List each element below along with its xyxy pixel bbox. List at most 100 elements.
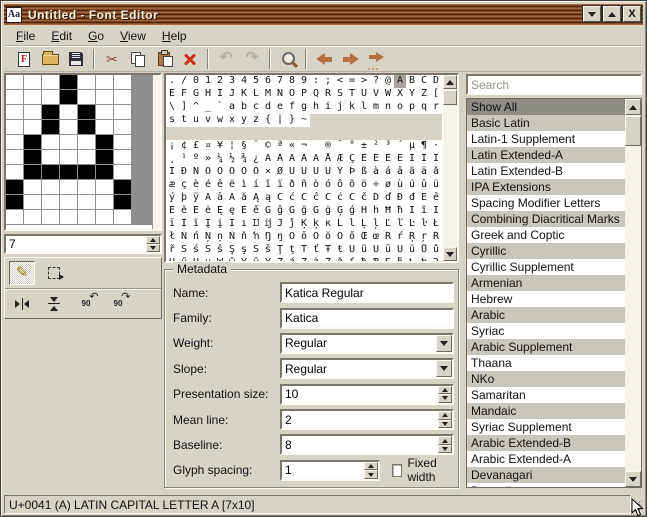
charmap-cell[interactable]: ¿ xyxy=(250,153,262,166)
charmap-cell[interactable]: Ĳ xyxy=(250,218,262,231)
charmap-cell[interactable]: ż xyxy=(310,257,322,261)
charmap-cell[interactable]: ­ xyxy=(310,140,322,153)
charmap-cell[interactable]: Ƃ xyxy=(382,257,394,261)
block-item-devanagari[interactable]: Devanagari xyxy=(467,467,625,483)
charmap-cell[interactable]: ů xyxy=(430,244,442,257)
charmap-cell[interactable]: Ļ xyxy=(358,218,370,231)
charmap-cell[interactable]: Ɓ xyxy=(370,257,382,261)
charmap-cell[interactable]: N xyxy=(274,88,286,101)
glyph-pixel[interactable] xyxy=(114,210,132,225)
charmap-cell[interactable]: ° xyxy=(346,140,358,153)
charmap-cell[interactable]: Ñ xyxy=(190,166,202,179)
zoom-button[interactable] xyxy=(275,47,301,71)
charmap-cell[interactable]: ì xyxy=(238,179,250,192)
charmap-cell[interactable]: ƅ xyxy=(418,257,430,261)
charmap-cell[interactable]: ľ xyxy=(394,218,406,231)
block-item-cyrillic[interactable]: Cyrillic xyxy=(467,243,625,259)
charmap-cell[interactable]: ë xyxy=(226,179,238,192)
glyph-canvas[interactable] xyxy=(6,75,152,229)
charmap-cell[interactable]: Ï xyxy=(166,166,178,179)
charmap-cell[interactable]: £ xyxy=(190,140,202,153)
mean-line-input[interactable] xyxy=(280,409,454,430)
charmap-cell[interactable]: Ś xyxy=(178,244,190,257)
charmap-cell[interactable]: ĝ xyxy=(274,205,286,218)
charmap-cell[interactable]: § xyxy=(238,140,250,153)
glyph-spacing-down-button[interactable] xyxy=(364,470,378,479)
charmap-cell[interactable]: Ş xyxy=(226,244,238,257)
charmap-cell[interactable]: ŝ xyxy=(214,244,226,257)
charmap-cell[interactable]: ³ xyxy=(382,140,394,153)
charmap-cell[interactable]: ŵ xyxy=(226,257,238,261)
charmap-cell[interactable]: h xyxy=(310,101,322,114)
charmap-cell[interactable]: Ũ xyxy=(346,244,358,257)
charmap-cell[interactable]: A xyxy=(394,75,406,88)
charmap-cell[interactable]: Ŀ xyxy=(406,218,418,231)
charmap-cell[interactable]: û xyxy=(418,179,430,192)
charmap-cell[interactable] xyxy=(394,127,406,140)
charmap-cell[interactable] xyxy=(382,127,394,140)
charmap-cell[interactable]: ô xyxy=(334,179,346,192)
titlebar[interactable]: Aa Untitled - Font Editor xyxy=(4,4,643,25)
charmap-cell[interactable] xyxy=(214,127,226,140)
glyph-pixel[interactable] xyxy=(60,135,78,150)
charmap-cell[interactable]: \ xyxy=(166,101,178,114)
charmap-cell[interactable]: ¨ xyxy=(250,140,262,153)
charmap-cell[interactable]: Ħ xyxy=(382,205,394,218)
charmap-cell[interactable] xyxy=(178,127,190,140)
charmap-cell[interactable]: Ŷ xyxy=(238,257,250,261)
charmap-cell[interactable] xyxy=(418,127,430,140)
charmap-cell[interactable] xyxy=(406,127,418,140)
glyph-pixel[interactable] xyxy=(24,75,42,90)
charmap-cell[interactable]: ī xyxy=(166,218,178,231)
charmap-cell[interactable]: × xyxy=(262,166,274,179)
charmap-cell[interactable] xyxy=(346,114,358,127)
charmap-cell[interactable]: ¥ xyxy=(214,140,226,153)
glyph-pixel[interactable] xyxy=(78,135,96,150)
charmap-cell[interactable]: Ŕ xyxy=(382,231,394,244)
charmap-cell[interactable]: » xyxy=(202,153,214,166)
charmap-cell[interactable]: Ū xyxy=(370,244,382,257)
charmap-cell[interactable]: ý xyxy=(166,192,178,205)
charmap-cell[interactable]: ù xyxy=(394,179,406,192)
charmap-cell[interactable]: Ĉ xyxy=(298,192,310,205)
charmap-cell[interactable]: ę xyxy=(226,205,238,218)
charmap-cell[interactable]: [ xyxy=(430,88,442,101)
charmap-cell[interactable]: ĺ xyxy=(346,218,358,231)
glyph-pixel[interactable] xyxy=(78,90,96,105)
charmap-cell[interactable]: þ xyxy=(178,192,190,205)
charmap-cell[interactable]: ť xyxy=(310,244,322,257)
charmap-cell[interactable]: R xyxy=(322,88,334,101)
charmap-cell[interactable]: z xyxy=(250,114,262,127)
charmap-cell[interactable]: g xyxy=(298,101,310,114)
block-item-syriac[interactable]: Syriac xyxy=(467,323,625,339)
charmap-cell[interactable]: 3 xyxy=(226,75,238,88)
glyph-pixel[interactable] xyxy=(24,210,42,225)
charmap-cell[interactable] xyxy=(358,127,370,140)
charmap-cell[interactable]: Ä xyxy=(310,153,322,166)
charmap-cell[interactable] xyxy=(190,127,202,140)
charmap-cell[interactable]: ŏ xyxy=(322,231,334,244)
charmap-cell[interactable]: w xyxy=(214,114,226,127)
charmap-cell[interactable]: â xyxy=(394,166,406,179)
charmap-cell[interactable]: x xyxy=(226,114,238,127)
mean-line-up-button[interactable] xyxy=(438,411,452,420)
charmap-cell[interactable]: Ċ xyxy=(322,192,334,205)
delete-button[interactable] xyxy=(177,47,203,71)
glyph-pixel[interactable] xyxy=(114,150,132,165)
glyph-pixel[interactable] xyxy=(60,120,78,135)
charmap-cell[interactable]: ¡ xyxy=(166,140,178,153)
charmap-cell[interactable]: U xyxy=(358,88,370,101)
charmap-cell[interactable]: Y xyxy=(406,88,418,101)
charmap-cell[interactable]: ą xyxy=(262,192,274,205)
glyph-editor-scrollbar[interactable] xyxy=(152,75,160,229)
charmap-cell[interactable]: Ù xyxy=(286,166,298,179)
glyph-pixel[interactable] xyxy=(114,75,132,90)
block-item-bengali[interactable]: Bengali xyxy=(467,483,625,488)
charmap-cell[interactable]: ž xyxy=(334,257,346,261)
charmap-cell[interactable]: ņ xyxy=(214,231,226,244)
charmap-cell[interactable]: ´ xyxy=(394,140,406,153)
charmap-cell[interactable] xyxy=(370,114,382,127)
charmap-cell[interactable]: Ò xyxy=(202,166,214,179)
charmap-cell[interactable]: Ÿ xyxy=(262,257,274,261)
charmap-cell[interactable]: ŧ xyxy=(334,244,346,257)
